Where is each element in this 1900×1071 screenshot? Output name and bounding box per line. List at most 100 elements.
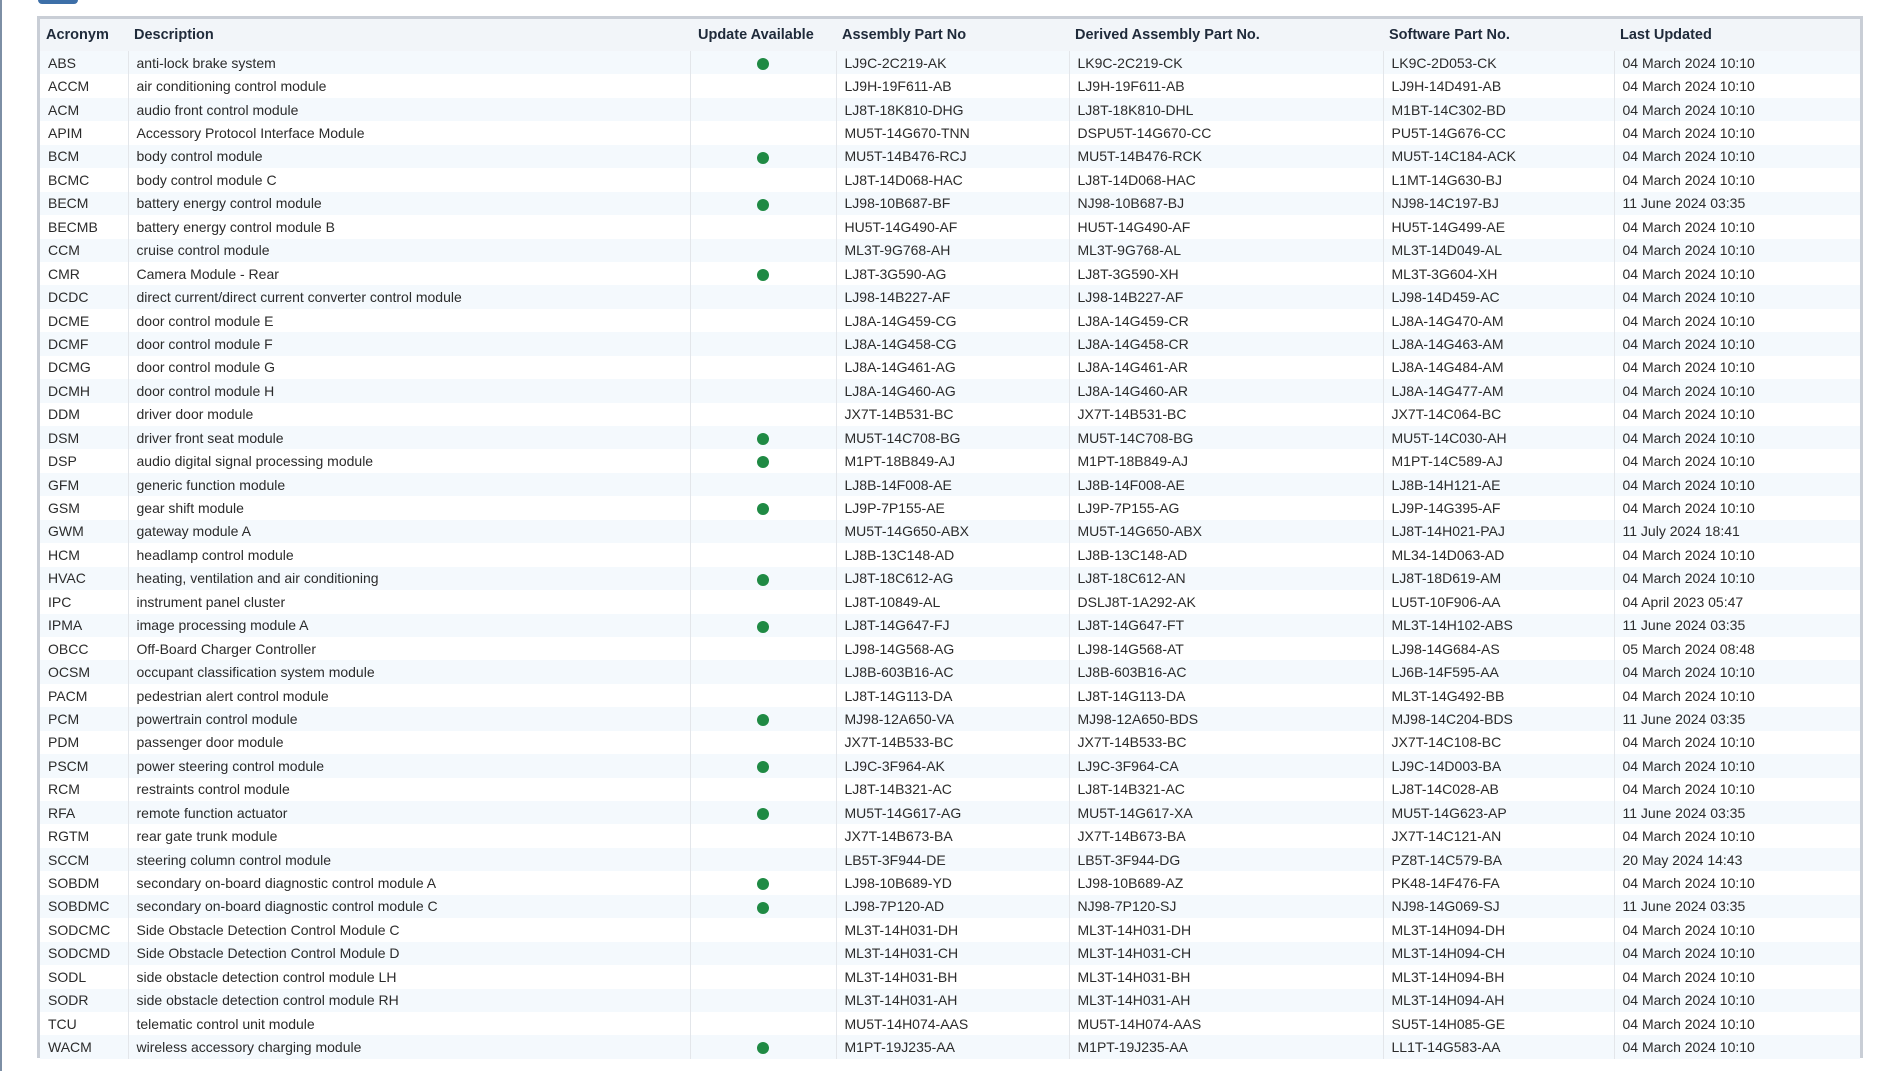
table-row[interactable]: RFA remote function actuator MU5T-14G617-A… xyxy=(40,801,1860,825)
table-row[interactable]: DCMF door control module F LJ8A-14G458-CG L… xyxy=(40,332,1860,356)
column-header-last-updated[interactable]: Last Updated xyxy=(1614,19,1860,51)
table-row[interactable]: ACCM air conditioning control module LJ9H-… xyxy=(40,74,1860,98)
cell-acronym: SODCMD xyxy=(40,941,128,966)
table-row[interactable]: TCU telematic control unit module MU5T-14H… xyxy=(40,1011,1860,1036)
cell-derived-assembly-part-no: LJ98-14G568-AT xyxy=(1068,636,1383,661)
cell-description: audio digital signal processing module xyxy=(127,449,690,473)
table-row[interactable]: SCCM steering column control module LB5T-3… xyxy=(40,847,1860,872)
cell-derived-assembly-part-no: LJ8T-3G590-XH xyxy=(1068,261,1383,286)
table-row[interactable]: IPMA image processing module A LJ8T-14G647… xyxy=(40,613,1860,637)
cell-derived-assembly-part-no: LJ8A-14G458-CR xyxy=(1068,332,1383,356)
cell-derived-assembly-part-no: LJ8T-18K810-DHL xyxy=(1068,97,1383,122)
top-tab-indicator[interactable] xyxy=(38,0,78,4)
table-row[interactable]: WACM wireless accessory charging module M1… xyxy=(40,1035,1860,1059)
table-row[interactable]: DDM driver door module JX7T-14B531-BC JX7T-… xyxy=(40,402,1860,426)
cell-software-part-no: LJ98-14D459-AC xyxy=(1382,285,1614,309)
table-row[interactable]: SODCMD Side Obstacle Detection Control Mo… xyxy=(40,941,1860,966)
cell-update-available xyxy=(689,566,836,591)
cell-derived-assembly-part-no: LJ8T-14G647-FT xyxy=(1068,613,1383,637)
cell-description: direct current/direct current converter … xyxy=(127,285,690,309)
table-row[interactable]: DSM driver front seat module MU5T-14C708-B… xyxy=(40,426,1860,450)
table-row[interactable]: CMR Camera Module - Rear LJ8T-3G590-AG LJ8T… xyxy=(40,261,1860,286)
cell-last-updated: 04 March 2024 10:10 xyxy=(1613,121,1860,145)
table-row[interactable]: DSP audio digital signal processing modul… xyxy=(40,449,1860,473)
cell-update-available xyxy=(689,988,836,1012)
table-row[interactable]: ABS anti-lock brake system LJ9C-2C219-AK LK… xyxy=(40,51,1860,75)
cell-software-part-no: JX7T-14C121-AN xyxy=(1382,824,1614,848)
table-row[interactable]: SODR side obstacle detection control modu… xyxy=(40,988,1860,1012)
cell-software-part-no: LJ8A-14G470-AM xyxy=(1382,308,1614,333)
cell-last-updated: 04 March 2024 10:10 xyxy=(1613,402,1860,426)
table-row[interactable]: DCMH door control module H LJ8A-14G460-AG L… xyxy=(40,379,1860,403)
cell-acronym: IPC xyxy=(40,590,128,614)
cell-update-available xyxy=(689,894,836,919)
table-row[interactable]: BECM battery energy control module LJ98-10… xyxy=(40,191,1860,216)
table-row[interactable]: OCSM occupant classification system modul… xyxy=(40,660,1860,684)
table-row[interactable]: PSCM power steering control module LJ9C-3F… xyxy=(40,754,1860,778)
table-row[interactable]: PDM passenger door module JX7T-14B533-BC JX… xyxy=(40,730,1860,755)
cell-derived-assembly-part-no: LJ98-14B227-AF xyxy=(1068,285,1383,309)
table-row[interactable]: RGTM rear gate trunk module JX7T-14B673-BA… xyxy=(40,824,1860,848)
cell-acronym: APIM xyxy=(40,121,128,145)
table-row[interactable]: SODCMC Side Obstacle Detection Control Mo… xyxy=(40,918,1860,942)
cell-last-updated: 04 March 2024 10:10 xyxy=(1613,74,1860,98)
table-row[interactable]: SOBDMC secondary on-board diagnostic cont… xyxy=(40,894,1860,919)
table-row[interactable]: OBCC Off-Board Charger Controller LJ98-14G… xyxy=(40,636,1860,661)
cell-last-updated: 04 March 2024 10:10 xyxy=(1613,332,1860,356)
cell-derived-assembly-part-no: M1PT-19J235-AA xyxy=(1068,1035,1383,1059)
cell-assembly-part-no: M1PT-18B849-AJ xyxy=(835,449,1069,473)
table-row[interactable]: GWM gateway module A MU5T-14G650-ABX MU5T-1… xyxy=(40,519,1860,544)
table-row[interactable]: APIM Accessory Protocol Interface Module M… xyxy=(40,121,1860,145)
cell-derived-assembly-part-no: NJ98-7P120-SJ xyxy=(1068,894,1383,919)
cell-acronym: HVAC xyxy=(40,566,128,591)
cell-last-updated: 04 March 2024 10:10 xyxy=(1613,918,1860,942)
cell-description: battery energy control module xyxy=(127,191,690,216)
table-row[interactable]: RCM restraints control module LJ8T-14B321-… xyxy=(40,777,1860,801)
table-row[interactable]: IPC instrument panel cluster LJ8T-10849-AL… xyxy=(40,590,1860,614)
cell-description: remote function actuator xyxy=(127,801,690,825)
cell-assembly-part-no: JX7T-14B673-BA xyxy=(835,824,1069,848)
cell-description: battery energy control module B xyxy=(127,215,690,239)
table-row[interactable]: HVAC heating, ventilation and air conditi… xyxy=(40,566,1860,591)
table-row[interactable]: DCMG door control module G LJ8A-14G461-AG L… xyxy=(40,355,1860,380)
cell-update-available xyxy=(689,613,836,637)
table-row[interactable]: BCMC body control module C LJ8T-14D068-HAC… xyxy=(40,168,1860,192)
table-row[interactable]: GFM generic function module LJ8B-14F008-AE… xyxy=(40,472,1860,497)
cell-assembly-part-no: LJ9C-3F964-AK xyxy=(835,754,1069,778)
table-row[interactable]: SOBDM secondary on-board diagnostic contr… xyxy=(40,871,1860,895)
cell-acronym: GSM xyxy=(40,496,128,520)
cell-last-updated: 04 March 2024 10:10 xyxy=(1613,261,1860,286)
table-row[interactable]: CCM cruise control module ML3T-9G768-AH ML3… xyxy=(40,238,1860,262)
column-header-derived-assembly-part-no[interactable]: Derived Assembly Part No. xyxy=(1069,19,1383,51)
table-row[interactable]: BECMB battery energy control module B HU5T… xyxy=(40,215,1860,239)
cell-acronym: BECM xyxy=(40,191,128,216)
cell-description: side obstacle detection control module L… xyxy=(127,965,690,989)
table-row[interactable]: ACM audio front control module LJ8T-18K810… xyxy=(40,97,1860,122)
table-row[interactable]: DCME door control module E LJ8A-14G459-CG L… xyxy=(40,308,1860,333)
cell-last-updated: 04 March 2024 10:10 xyxy=(1613,51,1860,75)
table-row[interactable]: DCDC direct current/direct current conver… xyxy=(40,285,1860,309)
column-header-acronym[interactable]: Acronym xyxy=(40,19,128,51)
column-header-update-available[interactable]: Update Available xyxy=(690,19,836,51)
table-row[interactable]: SODL side obstacle detection control modu… xyxy=(40,965,1860,989)
cell-last-updated: 04 March 2024 10:10 xyxy=(1613,355,1860,380)
table-row[interactable]: GSM gear shift module LJ9P-7P155-AE LJ9P-7P… xyxy=(40,496,1860,520)
cell-acronym: BCMC xyxy=(40,168,128,192)
cell-software-part-no: NJ98-14G069-SJ xyxy=(1382,894,1614,919)
cell-assembly-part-no: LJ8T-14B321-AC xyxy=(835,777,1069,801)
table-row[interactable]: HCM headlamp control module LJ8B-13C148-AD… xyxy=(40,543,1860,567)
cell-description: air conditioning control module xyxy=(127,74,690,98)
cell-last-updated: 04 March 2024 10:10 xyxy=(1613,754,1860,778)
column-header-description[interactable]: Description xyxy=(128,19,690,51)
table-row[interactable]: BCM body control module MU5T-14B476-RCJ MU5… xyxy=(40,144,1860,169)
table-body: ABS anti-lock brake system LJ9C-2C219-AK LK… xyxy=(40,51,1860,1059)
cell-update-available xyxy=(689,449,836,473)
column-header-assembly-part-no[interactable]: Assembly Part No xyxy=(836,19,1069,51)
table-row[interactable]: PCM powertrain control module MJ98-12A650-… xyxy=(40,707,1860,731)
cell-assembly-part-no: ML3T-14H031-CH xyxy=(835,941,1069,966)
cell-update-available xyxy=(689,543,836,567)
cell-last-updated: 04 March 2024 10:10 xyxy=(1613,379,1860,403)
table-row[interactable]: PACM pedestrian alert control module LJ8T-… xyxy=(40,683,1860,708)
column-header-software-part-no[interactable]: Software Part No. xyxy=(1383,19,1614,51)
cell-description: image processing module A xyxy=(127,613,690,637)
